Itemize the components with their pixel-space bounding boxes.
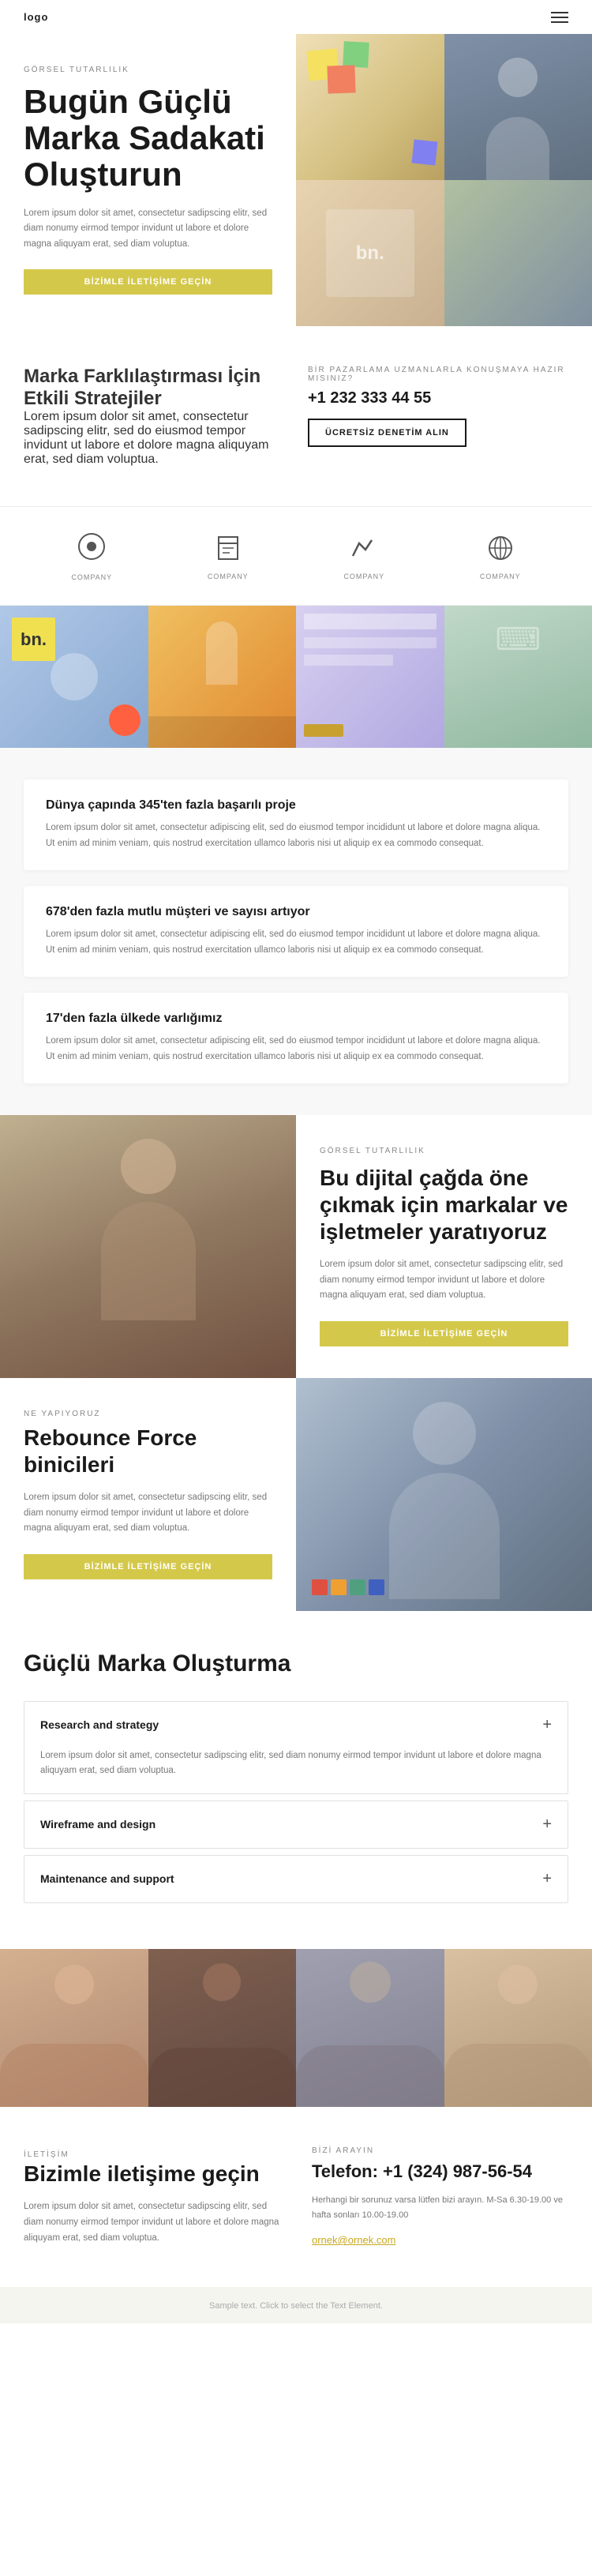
visual2-desc: Lorem ipsum dolor sit amet, consectetur … — [320, 1257, 568, 1304]
contact-left: İLETİŞİM Bizimle iletişime geçin Lorem i… — [24, 2146, 280, 2247]
logo-label-3: COMPANY — [343, 573, 384, 580]
gallery-section: bn. ⌨ — [0, 606, 592, 748]
logo-item-3: COMPANY — [343, 532, 384, 580]
stat-title-2: 678'den fazla mutlu müşteri ve sayısı ar… — [46, 905, 546, 919]
contact-email[interactable]: ornek@ornek.com — [312, 2234, 395, 2246]
contact-section: İLETİŞİM Bizimle iletişime geçin Lorem i… — [0, 2107, 592, 2287]
hero-tag: GÖRSEL TUTARLILIK — [24, 66, 272, 74]
stat-title-3: 17'den fazla ülkede varlığımız — [46, 1012, 546, 1026]
visual2-content: GÖRSEL TUTARLILIK Bu dijital çağda öne ç… — [296, 1115, 592, 1377]
gallery-item-4: ⌨ — [444, 606, 592, 748]
contact-hours: Herhangi bir sorunuz varsa lütfen bizi a… — [312, 2193, 568, 2222]
gallery-item-1: bn. — [0, 606, 148, 748]
gallery-item-2 — [148, 606, 297, 748]
accordion-section: Güçlü Marka Oluşturma Research and strat… — [0, 1611, 592, 1949]
contact-title: Bizimle iletişime geçin — [24, 2161, 280, 2187]
brand-section: Marka Farklılaştırması İçin Etkili Strat… — [0, 326, 592, 506]
section3-left: NE YAPIYORUZ Rebounce Force binicileri L… — [0, 1378, 296, 1611]
section3: NE YAPIYORUZ Rebounce Force binicileri L… — [0, 1378, 592, 1611]
logo-label-1: COMPANY — [71, 573, 112, 581]
contact-phone: Telefon: +1 (324) 987-56-54 — [312, 2161, 568, 2182]
brand-title: Marka Farklılaştırması İçin Etkili Strat… — [24, 366, 284, 410]
contact-description: Lorem ipsum dolor sit amet, consectetur … — [24, 2199, 280, 2246]
hero-images: bn. — [296, 34, 592, 326]
brand-description: Lorem ipsum dolor sit amet, consectetur … — [24, 410, 284, 467]
visual2-tag: GÖRSEL TUTARLILIK — [320, 1147, 568, 1155]
logo-icon-1 — [76, 531, 107, 569]
visual2-cta-button[interactable]: BİZİMLE İLETİŞİME GEÇİN — [320, 1321, 568, 1346]
accordion-title-2: Wireframe and design — [40, 1818, 155, 1831]
footer-text: Sample text. Click to select the Text El… — [209, 2301, 383, 2311]
logos-section: COMPANY COMPANY COMPANY COMPANY — [0, 506, 592, 606]
accordion-item-2: Wireframe and design + — [24, 1801, 568, 1849]
stat-item-3: 17'den fazla ülkede varlığımız Lorem ips… — [24, 993, 568, 1083]
brand-cta-button[interactable]: ÜCRETSİZ DENETİM ALIN — [308, 419, 466, 447]
contact-right: BİZİ ARAYIN Telefon: +1 (324) 987-56-54 … — [312, 2146, 568, 2247]
accordion-icon-2: + — [542, 1816, 552, 1834]
stat-desc-1: Lorem ipsum dolor sit amet, consectetur … — [46, 820, 546, 851]
team-photo-2 — [148, 1949, 297, 2107]
hero-image-3: bn. — [296, 180, 444, 326]
accordion-title-3: Maintenance and support — [40, 1872, 174, 1885]
hero-section: GÖRSEL TUTARLILIK Bugün Güçlü Marka Sada… — [0, 34, 592, 326]
team-photo-3 — [296, 1949, 444, 2107]
team-photo-4 — [444, 1949, 592, 2107]
stat-desc-2: Lorem ipsum dolor sit amet, consectetur … — [46, 927, 546, 958]
visual2-image — [0, 1115, 296, 1377]
stat-desc-3: Lorem ipsum dolor sit amet, consectetur … — [46, 1034, 546, 1065]
hero-image-2 — [444, 34, 592, 180]
accordion-body-1: Lorem ipsum dolor sit amet, consectetur … — [24, 1748, 568, 1793]
hero-content: GÖRSEL TUTARLILIK Bugün Güçlü Marka Sada… — [0, 34, 296, 326]
section3-image — [296, 1378, 592, 1611]
accordion-icon-1: + — [542, 1716, 552, 1734]
stats-section: Dünya çapında 345'ten fazla başarılı pro… — [0, 748, 592, 1115]
logo-label-2: COMPANY — [208, 573, 249, 580]
stat-item-1: Dünya çapında 345'ten fazla başarılı pro… — [24, 779, 568, 870]
accordion-icon-3: + — [542, 1870, 552, 1888]
stat-item-2: 678'den fazla mutlu müşteri ve sayısı ar… — [24, 886, 568, 977]
section3-title: Rebounce Force binicileri — [24, 1425, 272, 1478]
accordion-header-2[interactable]: Wireframe and design + — [24, 1801, 568, 1848]
hero-image-1 — [296, 34, 444, 180]
section3-tag: NE YAPIYORUZ — [24, 1410, 272, 1418]
hamburger-menu[interactable] — [551, 12, 568, 23]
accordion-title-1: Research and strategy — [40, 1718, 159, 1731]
section3-cta-button[interactable]: BİZİMLE İLETİŞİME GEÇİN — [24, 1554, 272, 1579]
logo: logo — [24, 11, 48, 23]
contact-right-tag: BİZİ ARAYIN — [312, 2146, 568, 2155]
brand-right: BİR PAZARLAMA UZMANLARLA KONUŞMAYA HAZIR… — [308, 366, 568, 467]
logo-item-2: COMPANY — [208, 532, 249, 580]
accordion-main-title: Güçlü Marka Oluşturma — [24, 1650, 568, 1677]
contact-tag: İLETİŞİM — [24, 2150, 69, 2159]
gallery-item-3 — [296, 606, 444, 748]
visual2-section: GÖRSEL TUTARLILIK Bu dijital çağda öne ç… — [0, 1115, 592, 1377]
accordion-item-1: Research and strategy + Lorem ipsum dolo… — [24, 1701, 568, 1794]
hero-image-4 — [444, 180, 592, 326]
hero-title: Bugün Güçlü Marka Sadakati Oluşturun — [24, 84, 272, 193]
logo-icon-3 — [348, 532, 380, 568]
stat-title-1: Dünya çapında 345'ten fazla başarılı pro… — [46, 798, 546, 813]
accordion-item-3: Maintenance and support + — [24, 1855, 568, 1903]
brand-right-tag: BİR PAZARLAMA UZMANLARLA KONUŞMAYA HAZIR… — [308, 366, 568, 383]
logo-icon-2 — [212, 532, 244, 568]
team-photo-1 — [0, 1949, 148, 2107]
brand-phone: +1 232 333 44 55 — [308, 389, 568, 407]
logo-label-4: COMPANY — [480, 573, 521, 580]
navbar: logo — [0, 0, 592, 34]
logo-icon-4 — [485, 532, 516, 568]
visual2-title: Bu dijital çağda öne çıkmak için markala… — [320, 1165, 568, 1245]
brand-left: Marka Farklılaştırması İçin Etkili Strat… — [24, 366, 284, 467]
accordion-header-1[interactable]: Research and strategy + — [24, 1702, 568, 1748]
section3-desc: Lorem ipsum dolor sit amet, consectetur … — [24, 1490, 272, 1537]
accordion-header-3[interactable]: Maintenance and support + — [24, 1856, 568, 1902]
logo-item-4: COMPANY — [480, 532, 521, 580]
team-photos-section — [0, 1949, 592, 2107]
logo-item-1: COMPANY — [71, 531, 112, 581]
footer: Sample text. Click to select the Text El… — [0, 2287, 592, 2323]
hero-description: Lorem ipsum dolor sit amet, consectetur … — [24, 206, 272, 253]
hero-cta-button[interactable]: BİZİMLE İLETİŞİME GEÇİN — [24, 269, 272, 295]
